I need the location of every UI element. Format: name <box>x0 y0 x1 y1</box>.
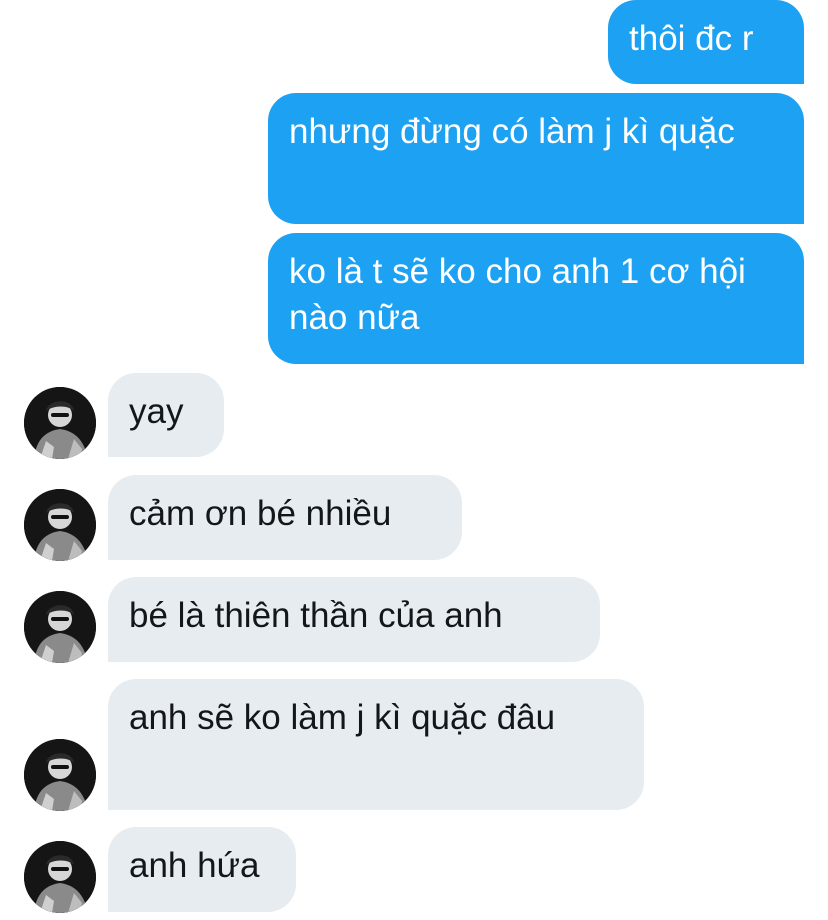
incoming-message-bubble[interactable]: yay <box>108 373 224 457</box>
message-text: bé là thiên thần của anh <box>129 596 503 635</box>
avatar-image <box>24 739 96 811</box>
sender-avatar[interactable] <box>24 841 96 913</box>
incoming-message-bubble[interactable]: anh hứa <box>108 827 296 912</box>
outgoing-message-bubble[interactable]: ko là t sẽ ko cho anh 1 cơ hội nào nữa <box>268 233 804 364</box>
message-text: thôi đc r <box>629 19 754 58</box>
outgoing-message-bubble[interactable]: nhưng đừng có làm j kì quặc <box>268 93 804 224</box>
incoming-message-bubble[interactable]: anh sẽ ko làm j kì quặc đâu <box>108 679 644 810</box>
sender-avatar[interactable] <box>24 591 96 663</box>
message-text: anh hứa <box>129 846 260 885</box>
message-text: yay <box>129 392 184 431</box>
avatar-image <box>24 387 96 459</box>
incoming-message-bubble[interactable]: cảm ơn bé nhiều <box>108 475 462 560</box>
sender-avatar[interactable] <box>24 739 96 811</box>
message-text: nhưng đừng có làm j kì quặc <box>289 112 735 151</box>
avatar-image <box>24 591 96 663</box>
message-text: ko là t sẽ ko cho anh 1 cơ hội nào nữa <box>289 252 746 337</box>
outgoing-message-bubble[interactable]: thôi đc r <box>608 0 804 84</box>
sender-avatar[interactable] <box>24 387 96 459</box>
sender-avatar[interactable] <box>24 489 96 561</box>
avatar-image <box>24 489 96 561</box>
incoming-message-bubble[interactable]: bé là thiên thần của anh <box>108 577 600 662</box>
message-text: anh sẽ ko làm j kì quặc đâu <box>129 698 556 737</box>
message-text: cảm ơn bé nhiều <box>129 494 392 533</box>
avatar-image <box>24 841 96 913</box>
message-thread: thôi đc r nhưng đừng có làm j kì quặc ko… <box>0 0 828 920</box>
